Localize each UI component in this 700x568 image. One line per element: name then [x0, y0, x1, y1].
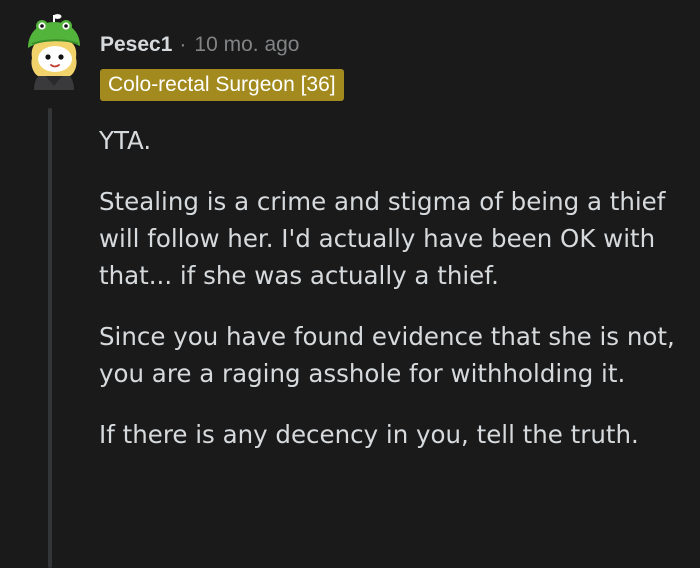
- username-link[interactable]: Pesec1: [100, 33, 172, 57]
- comment: Pesec1 · 10 mo. ago Colo-rectal Surgeon …: [0, 0, 700, 568]
- comment-paragraph: If there is any decency in you, tell the…: [99, 420, 639, 449]
- thread-collapse-line[interactable]: [48, 108, 52, 568]
- comment-paragraph: Since you have found evidence that she i…: [99, 322, 675, 388]
- comment-paragraph: Stealing is a crime and stigma of being …: [99, 187, 666, 290]
- snoo-avatar-icon: [28, 14, 80, 90]
- meta-separator: ·: [179, 33, 187, 56]
- comment-body: YTA. Stealing is a crime and stigma of b…: [99, 122, 689, 453]
- avatar[interactable]: [22, 14, 86, 90]
- comment-meta: Pesec1 · 10 mo. ago: [100, 30, 299, 60]
- user-flair: Colo-rectal Surgeon [36]: [100, 69, 344, 101]
- comment-paragraph: YTA.: [99, 126, 152, 155]
- timestamp-link[interactable]: 10 mo. ago: [194, 33, 299, 57]
